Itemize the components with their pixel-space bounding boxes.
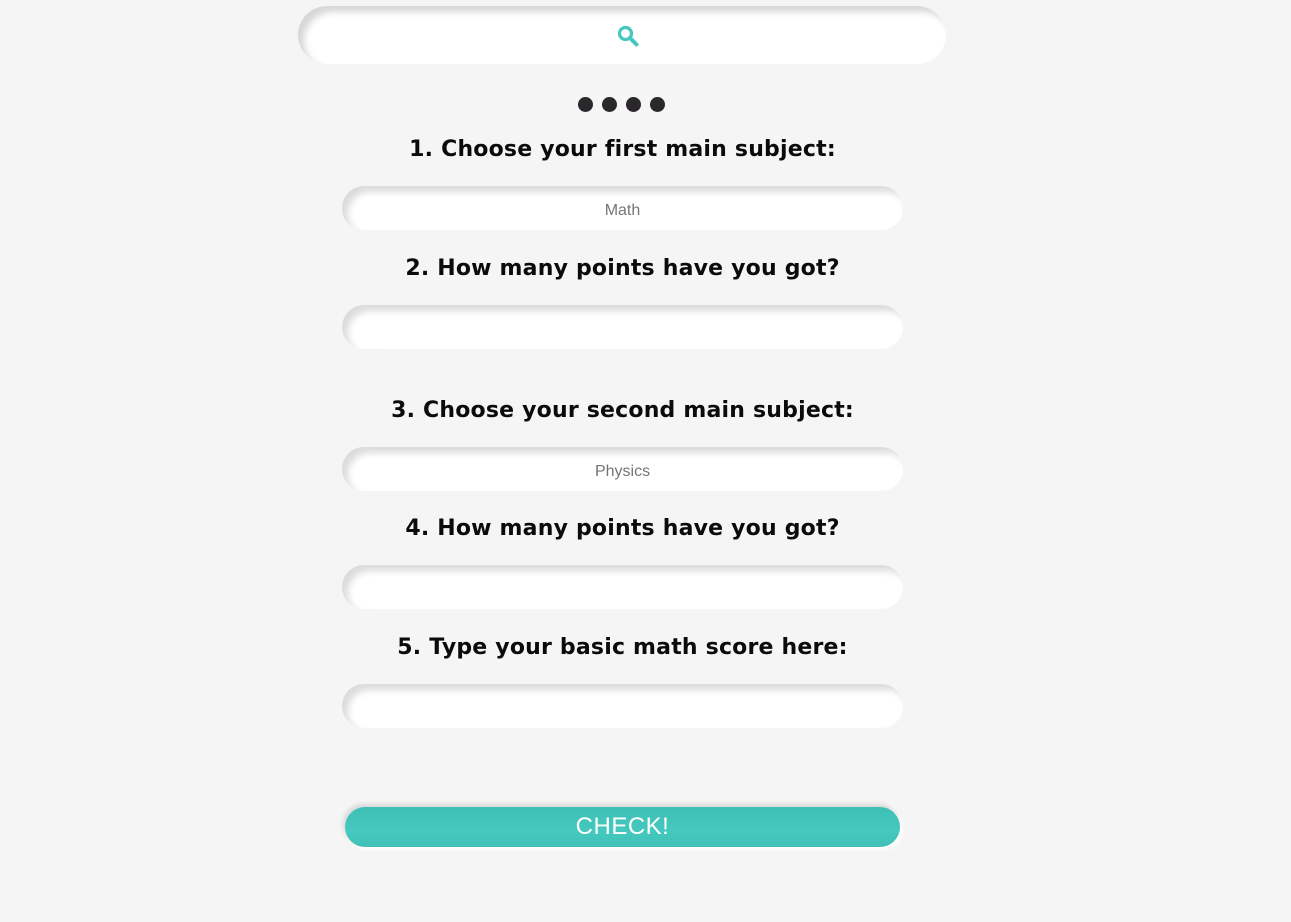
search-icon[interactable] bbox=[617, 25, 639, 47]
second-subject-points-input[interactable] bbox=[342, 565, 903, 609]
pager-dot-2[interactable] bbox=[602, 97, 617, 112]
pager-dot-3[interactable] bbox=[626, 97, 641, 112]
pager-dot-1[interactable] bbox=[578, 97, 593, 112]
question-5-label: 5. Type your basic math score here: bbox=[397, 635, 848, 660]
check-button[interactable]: CHECK! bbox=[345, 807, 900, 847]
pager-dots bbox=[578, 97, 665, 113]
pager-dot-4[interactable] bbox=[650, 97, 665, 112]
basic-math-score-input[interactable] bbox=[342, 684, 903, 728]
question-4-label: 4. How many points have you got? bbox=[405, 516, 840, 541]
second-subject-input[interactable] bbox=[342, 447, 903, 491]
first-subject-points-input[interactable] bbox=[342, 305, 903, 349]
question-2-label: 2. How many points have you got? bbox=[405, 256, 840, 281]
question-3-label: 3. Choose your second main subject: bbox=[391, 398, 854, 423]
question-1-label: 1. Choose your first main subject: bbox=[409, 137, 836, 162]
first-subject-input[interactable] bbox=[342, 186, 903, 230]
